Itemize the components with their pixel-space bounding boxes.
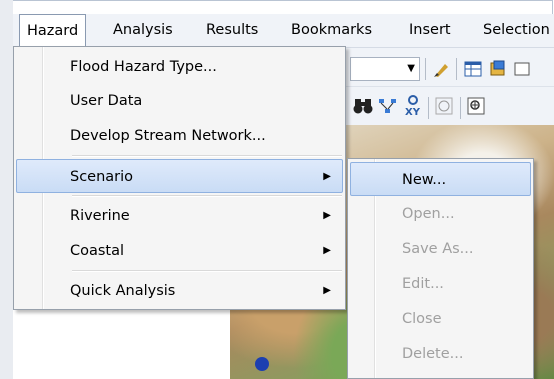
submenu-arrow-icon: ▶ (323, 210, 331, 221)
menu-bookmarks[interactable]: Bookmarks (289, 14, 374, 47)
toolbar-separator (425, 58, 426, 80)
menu-item-label: New... (402, 172, 447, 188)
find-route-icon[interactable] (377, 96, 399, 121)
menu-item-scenario[interactable]: Scenario ▶ (16, 159, 343, 193)
menu-item-quick-analysis[interactable]: Quick Analysis ▶ (16, 274, 343, 308)
menu-item-label: Riverine (70, 208, 130, 224)
toolbar-separator (428, 97, 429, 119)
menu-item-save-as-scenario[interactable]: Save As... (350, 232, 531, 266)
menu-item-label: Delete... (402, 346, 464, 362)
table-icon[interactable] (463, 59, 483, 84)
menu-item-label: Quick Analysis (70, 283, 176, 299)
menu-hazard[interactable]: Hazard (19, 14, 87, 47)
menu-item-label: Edit... (402, 276, 444, 292)
scenario-submenu: New... Open... Save As... Edit... Close … (347, 158, 534, 379)
menu-item-flood-hazard-type[interactable]: Flood Hazard Type... (16, 50, 343, 84)
menu-item-label: Open... (402, 206, 455, 222)
menu-item-label: User Data (70, 93, 143, 109)
window-left-edge (0, 0, 13, 379)
menu-item-riverine[interactable]: Riverine ▶ (16, 199, 343, 233)
pen-icon[interactable] (432, 59, 452, 84)
toolbar-icon[interactable] (512, 59, 532, 84)
menu-results[interactable]: Results (204, 14, 260, 47)
go-to-xy-icon[interactable]: XY (402, 94, 424, 123)
menu-item-coastal[interactable]: Coastal ▶ (16, 234, 343, 268)
menu-divider (72, 155, 342, 157)
menu-analysis[interactable]: Analysis (111, 14, 175, 47)
dropdown-arrow-icon[interactable]: ▼ (407, 59, 415, 79)
submenu-arrow-icon: ▶ (323, 285, 331, 296)
menu-item-user-data[interactable]: User Data (16, 84, 343, 118)
menu-selection[interactable]: Selection (481, 14, 552, 47)
menu-divider (72, 270, 342, 272)
menu-item-close-scenario[interactable]: Close (350, 302, 531, 336)
menu-item-new-scenario[interactable]: New... (350, 162, 531, 196)
xy-label: XY (405, 107, 421, 118)
toolbar-separator (460, 97, 461, 119)
menu-item-edit-scenario[interactable]: Edit... (350, 267, 531, 301)
zoom-window-icon[interactable] (466, 96, 488, 121)
menu-item-label: Flood Hazard Type... (70, 59, 217, 75)
layer-icon[interactable] (488, 59, 508, 84)
menu-item-label: Coastal (70, 243, 125, 259)
menu-item-label: Scenario (70, 169, 134, 185)
menu-divider (72, 195, 342, 197)
menu-item-open-scenario[interactable]: Open... (350, 197, 531, 231)
time-slider-icon[interactable] (434, 96, 456, 121)
menu-item-develop-stream-network[interactable]: Develop Stream Network... (16, 119, 343, 153)
submenu-arrow-icon: ▶ (323, 245, 331, 256)
water-body (255, 357, 269, 371)
menu-item-label: Close (402, 311, 442, 327)
menu-item-label: Save As... (402, 241, 474, 257)
menu-item-label: Develop Stream Network... (70, 128, 266, 144)
hazard-menu: Flood Hazard Type... User Data Develop S… (13, 46, 346, 310)
scale-dropdown[interactable]: ▼ (350, 57, 420, 81)
toolbar-separator (456, 58, 457, 80)
menu-bar: Hazard Analysis Results Bookmarks Insert… (13, 14, 554, 48)
submenu-arrow-icon: ▶ (323, 171, 331, 182)
binoculars-icon[interactable] (352, 96, 374, 121)
menu-insert[interactable]: Insert (407, 14, 453, 47)
menu-item-delete-scenario[interactable]: Delete... (350, 337, 531, 371)
